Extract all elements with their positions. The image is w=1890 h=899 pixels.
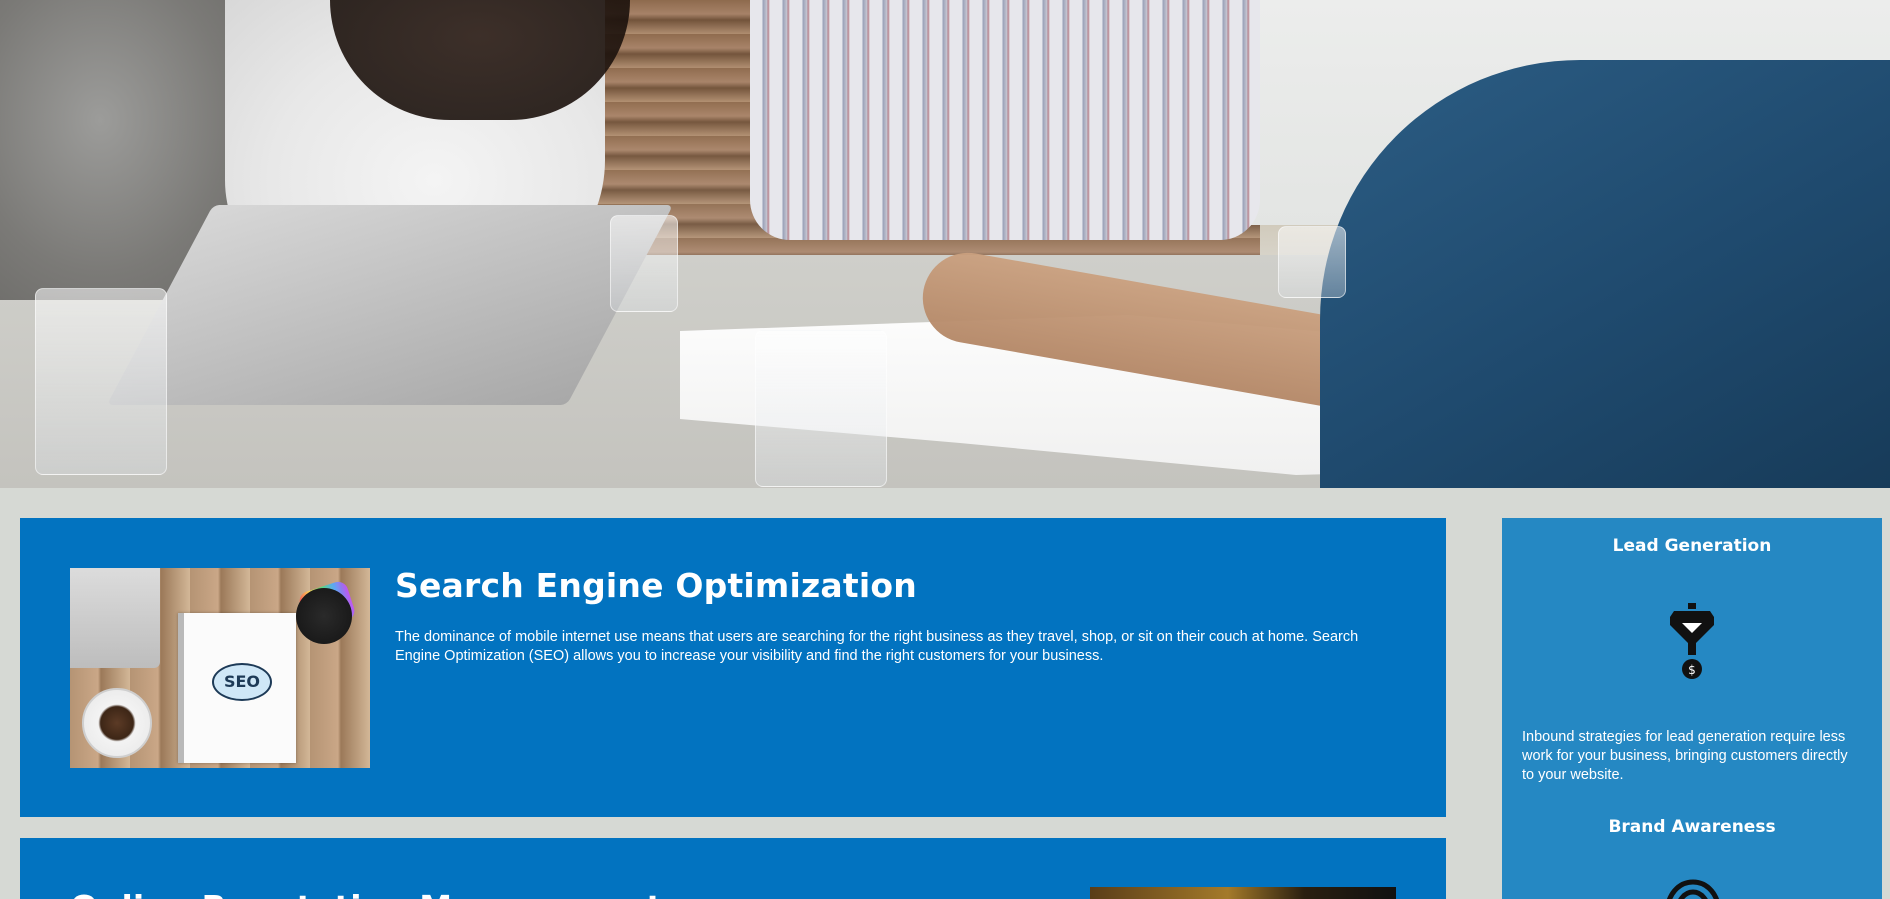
seo-image-badge: SEO bbox=[212, 663, 272, 701]
hero-glass bbox=[1278, 226, 1346, 298]
brand-awareness-broadcast-icon bbox=[1667, 879, 1719, 899]
service-card-seo: SEO Search Engine Optimization The domin… bbox=[20, 518, 1446, 817]
service-description: The dominance of mobile internet use mea… bbox=[395, 629, 1359, 664]
hero-glass bbox=[610, 215, 678, 312]
seo-image: SEO bbox=[70, 568, 370, 768]
service-image bbox=[1090, 887, 1396, 899]
service-title: Search Engine Optimization bbox=[395, 566, 917, 605]
benefits-sidebar: Lead Generation $ Inbound strategies for… bbox=[1502, 518, 1882, 899]
sidebar-item-title: Lead Generation bbox=[1612, 536, 1772, 556]
seo-image-coffee-cup bbox=[82, 688, 152, 758]
hero-person-center bbox=[750, 0, 1260, 240]
service-title: Online Reputation Management bbox=[70, 888, 662, 899]
lead-generation-funnel-icon: $ bbox=[1670, 603, 1714, 679]
hero-glass bbox=[755, 330, 887, 487]
svg-text:$: $ bbox=[1688, 663, 1696, 677]
hero-glass bbox=[35, 288, 167, 475]
service-card-online-reputation-management: Online Reputation Management bbox=[20, 838, 1446, 899]
sidebar-item-title: Brand Awareness bbox=[1608, 817, 1776, 837]
hero-image bbox=[0, 0, 1890, 488]
seo-image-laptop bbox=[70, 568, 160, 668]
seo-image-pencil-cup bbox=[296, 588, 352, 644]
sidebar-item-text: Inbound strategies for lead generation r… bbox=[1522, 729, 1848, 783]
